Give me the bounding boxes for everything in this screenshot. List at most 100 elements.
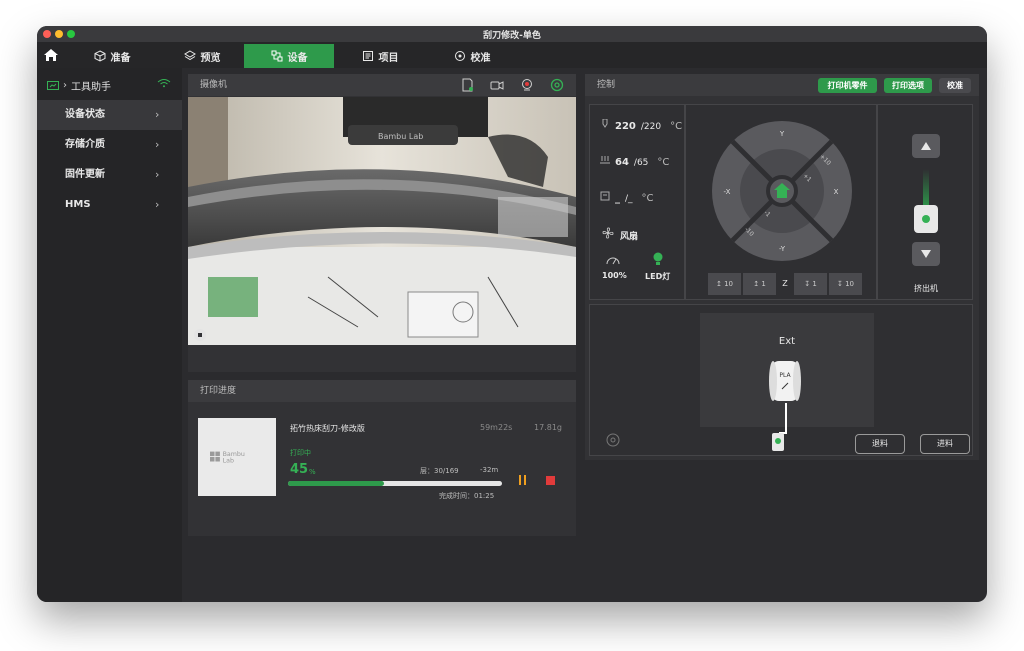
progress-bar (288, 481, 502, 486)
jog-x-neg[interactable]: -X (724, 188, 731, 196)
tab-device-label: 设备 (287, 52, 308, 64)
feeder-icon (772, 433, 784, 451)
z-up-10-button[interactable]: ↥ 10 (708, 273, 741, 295)
chamber-temp[interactable]: _ /_ °C (600, 191, 654, 204)
extruder-panel: 挤出机 (877, 104, 973, 300)
window-title: 刮刀修改-单色 (483, 31, 541, 41)
tab-preview-label: 预览 (200, 52, 221, 64)
extruder-down-button[interactable] (912, 242, 940, 266)
arrow-down-icon: ↧ (804, 280, 811, 288)
speed-label: 100% (602, 271, 627, 280)
chevron-right-icon: › (155, 108, 160, 121)
camera-toolbar (460, 78, 564, 92)
camera-stop-button[interactable] (194, 329, 206, 341)
printer-selector[interactable]: › 工具助手 (47, 78, 111, 93)
arrow-up-icon: ↥ (715, 280, 722, 288)
z-up-1-button[interactable]: ↥ 1 (743, 273, 776, 295)
project-icon (362, 51, 373, 61)
sidebar-item-label: 设备状态 (65, 109, 105, 120)
printer-parts-button[interactable]: 打印机零件 (818, 78, 877, 93)
chevron-right-icon: › (63, 80, 67, 91)
tab-project[interactable]: 项目 (355, 44, 405, 68)
external-spool-card[interactable]: Ext PLA (700, 313, 874, 443)
camera-brand-text: Bambu Lab (378, 132, 423, 141)
z-down-10-button[interactable]: ↧ 10 (829, 273, 862, 295)
led-label: LED灯 (645, 272, 671, 281)
camera-feed[interactable]: Bambu Lab (188, 97, 576, 345)
jog-y-pos[interactable]: Y (779, 130, 785, 138)
arrow-up-icon: ↥ (753, 280, 760, 288)
nozzle-temp[interactable]: 220 /220 °C (600, 119, 682, 132)
jog-x-pos[interactable]: X (834, 188, 839, 196)
home-icon[interactable] (43, 47, 59, 63)
tab-calibrate[interactable]: 校准 (447, 44, 497, 68)
tab-device[interactable]: 设备 (244, 44, 334, 68)
extruder-up-button[interactable] (912, 134, 940, 158)
sidebar-item-label: HMS (65, 199, 91, 210)
layers-icon (183, 50, 196, 61)
camera-settings-icon[interactable] (550, 78, 564, 92)
wifi-icon (157, 79, 171, 88)
tab-prepare-label: 准备 (110, 52, 131, 64)
arrow-down-icon: ↧ (836, 280, 843, 288)
tab-preview[interactable]: 预览 (177, 44, 227, 68)
bambu-logo: Bambu Lab (210, 451, 245, 464)
z-controls: ↥ 10 ↥ 1 Z ↧ 1 ↧ 10 (708, 273, 862, 295)
tab-prepare[interactable]: 准备 (87, 44, 137, 68)
calibrate-button[interactable]: 校准 (939, 78, 971, 93)
sidebar-item-firmware[interactable]: 固件更新 › (37, 160, 182, 190)
print-progress-panel: 打印进度 Bambu Lab 拓竹热床刮刀-修改版 59m22s 17.81g … (188, 380, 576, 536)
spool-icon: PLA (769, 361, 801, 401)
sd-card-icon[interactable] (460, 78, 474, 92)
chevron-right-icon: › (155, 138, 160, 151)
light-bulb-icon[interactable] (652, 252, 664, 266)
sidebar-item-storage[interactable]: 存储介质 › (37, 130, 182, 160)
print-options-button[interactable]: 打印选项 (884, 78, 932, 93)
sidebar-item-label: 存储介质 (65, 139, 105, 150)
z-axis-label: Z (782, 279, 788, 288)
load-button[interactable]: 进料 (920, 434, 970, 454)
printer-name: 工具助手 (71, 82, 111, 93)
tab-project-label: 项目 (378, 52, 399, 64)
nozzle-icon (602, 119, 608, 128)
jog-wheel[interactable]: Y -Y X -X +10 +1 -1 -10 (686, 105, 878, 301)
svg-text:Lab: Lab (223, 457, 234, 464)
chamber-icon (600, 191, 610, 201)
print-thumbnail: Bambu Lab (198, 418, 276, 496)
jog-y-neg[interactable]: -Y (779, 245, 786, 253)
top-nav: 准备 预览 设备 项目 校准 (37, 42, 987, 68)
stop-button[interactable] (546, 476, 555, 485)
unload-button[interactable]: 退料 (855, 434, 905, 454)
camera-image: Bambu Lab (188, 97, 576, 345)
device-icon (271, 50, 282, 62)
job-weight: 17.81g (534, 423, 562, 432)
title-bar: 刮刀修改-单色 (37, 26, 987, 42)
printer-icon (47, 80, 59, 90)
filament-panel: Ext PLA 退料 进料 (589, 304, 973, 456)
job-total-time: 59m22s (480, 423, 513, 432)
sidebar-item-hms[interactable]: HMS › (37, 190, 182, 220)
pause-button[interactable] (518, 475, 528, 485)
filament-type: PLA (779, 372, 791, 379)
bed-temp[interactable]: 64 /65 °C (600, 155, 669, 168)
job-percent-unit: % (309, 468, 316, 476)
speed-gauge-icon[interactable] (606, 255, 620, 265)
control-panel: 控制 打印机零件 打印选项 校准 220 /220 °C 64 /65 °C _… (585, 74, 979, 460)
sidebar-item-device-status[interactable]: 设备状态 › (37, 100, 182, 130)
print-progress-title: 打印进度 (188, 380, 576, 402)
sidebar-item-label: 固件更新 (65, 169, 105, 180)
job-percent: 45 (290, 462, 309, 477)
filament-settings-icon[interactable] (605, 432, 621, 448)
sidebar: › 工具助手 设备状态 › 存储介质 › 固件更新 › HMS › (37, 68, 182, 602)
fan-icon[interactable] (602, 227, 614, 239)
camera-panel: 摄像机 Bambu Lab (188, 74, 576, 372)
extruder-graphic (923, 169, 929, 209)
record-video-icon[interactable] (490, 78, 504, 92)
cube-icon (94, 50, 105, 62)
temperature-panel: 220 /220 °C 64 /65 °C _ /_ °C 风扇 100% LE… (589, 104, 685, 300)
job-layer: 层：30/169 (420, 467, 459, 475)
progress-bar-fill (288, 481, 385, 486)
z-down-1-button[interactable]: ↧ 1 (794, 273, 827, 295)
tab-calibrate-label: 校准 (470, 52, 491, 64)
webcam-icon[interactable] (520, 78, 534, 92)
